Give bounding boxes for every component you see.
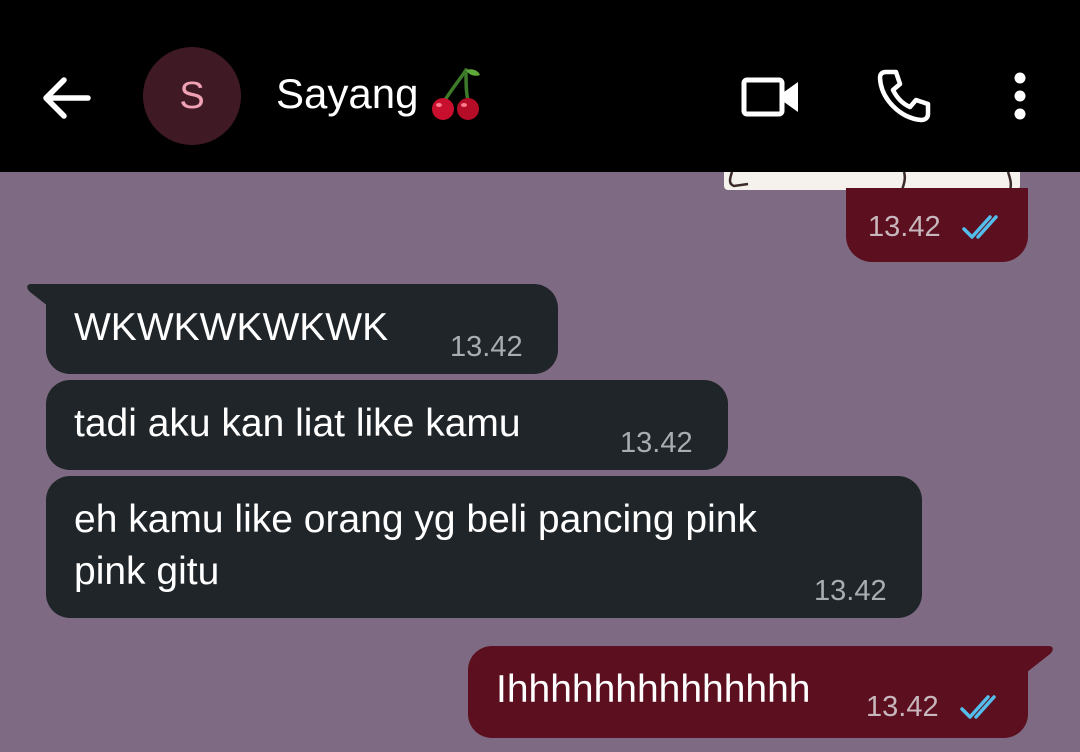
video-call-icon[interactable]	[738, 66, 804, 126]
message-text-line-1: eh kamu like orang yg beli pancing pink	[74, 498, 757, 541]
phone-call-icon[interactable]	[872, 64, 934, 126]
read-double-check-icon	[962, 215, 998, 239]
cherries-icon	[428, 66, 482, 122]
sticker-time-bubble: 13.42	[846, 188, 1028, 262]
avatar[interactable]: S	[143, 47, 241, 145]
read-double-check-icon	[960, 695, 996, 719]
message-bubble[interactable]: eh kamu like orang yg beli pancing pink …	[46, 476, 922, 618]
message-time: 13.42	[866, 691, 939, 723]
message-time: 13.42	[450, 331, 523, 363]
avatar-letter: S	[179, 75, 205, 117]
message-time: 13.42	[868, 211, 941, 243]
message-bubble[interactable]: tadi aku kan liat like kamu 13.42	[46, 380, 728, 470]
chat-header: S Sayang	[0, 0, 1080, 172]
message-text: Ihhhhhhhhhhhhhh	[496, 668, 811, 711]
contact-name[interactable]: Sayang	[276, 68, 418, 120]
bubble-tail	[1022, 646, 1053, 676]
message-text: tadi aku kan liat like kamu	[74, 402, 521, 445]
message-time: 13.42	[814, 575, 887, 607]
message-bubble[interactable]: Ihhhhhhhhhhhhhh 13.42	[468, 646, 1028, 738]
more-options-icon[interactable]	[1000, 66, 1040, 126]
message-text-line-2: pink gitu	[74, 550, 220, 593]
message-text: WKWKWKWKWK	[74, 306, 389, 349]
back-arrow-icon[interactable]	[30, 62, 102, 134]
message-bubble[interactable]: WKWKWKWKWK 13.42	[46, 284, 558, 374]
message-time: 13.42	[620, 427, 693, 459]
